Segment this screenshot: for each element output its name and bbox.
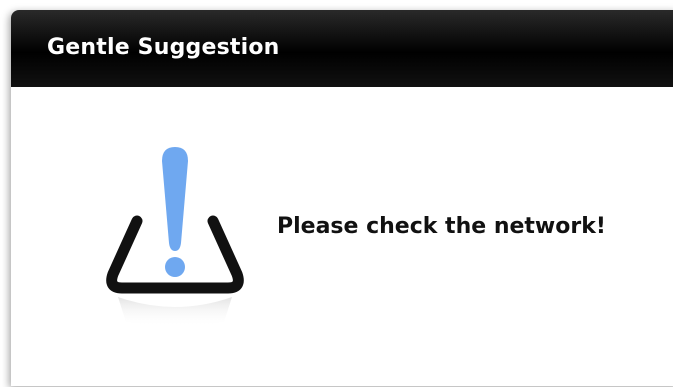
dialog-title: Gentle Suggestion	[47, 35, 280, 60]
dialog-body: Please check the network!	[11, 87, 673, 386]
dialog-message: Please check the network!	[277, 214, 606, 239]
screen: Gentle Suggestion Please check the netwo…	[0, 0, 673, 387]
warning-exclamation-icon	[106, 147, 244, 327]
dialog-titlebar[interactable]: Gentle Suggestion	[11, 10, 673, 87]
network-alert-dialog: Gentle Suggestion Please check the netwo…	[11, 10, 673, 386]
